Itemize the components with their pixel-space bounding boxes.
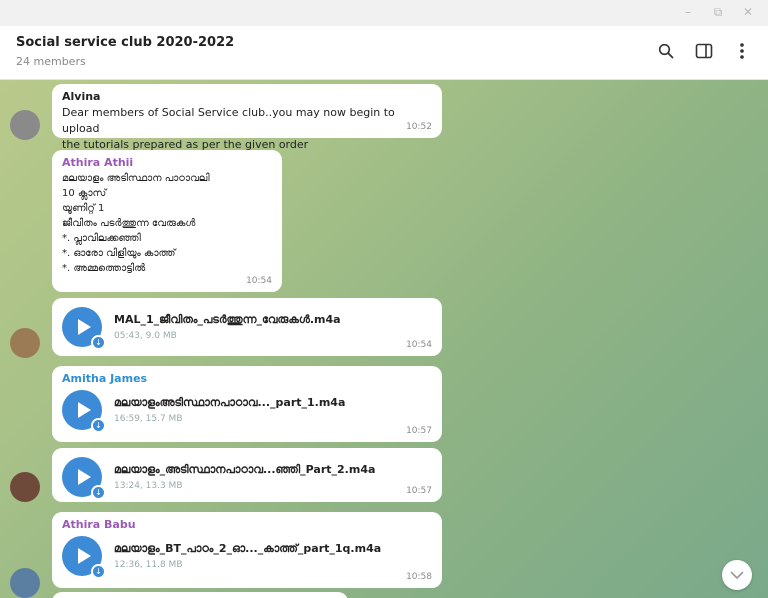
message-bubble[interactable]: Athira Athii മലയാളം അടിസ്ഥാന പാഠാവലി 10 … <box>52 150 282 292</box>
chevron-down-icon <box>730 571 744 579</box>
play-icon[interactable]: ↓ <box>62 457 106 500</box>
more-vert-icon[interactable] <box>732 41 752 61</box>
window-controls: – ⧉ ✕ <box>682 6 754 18</box>
file-meta: 16:59, 15.7 MB <box>114 414 183 424</box>
sidebar-toggle-icon[interactable] <box>694 41 714 61</box>
audio-message[interactable]: ↓ മലയാളം_അടിസ്ഥാനപാഠാവ...ഞ്ഞി_Part_2.m4a… <box>52 448 442 502</box>
message-bubble[interactable] <box>52 592 348 598</box>
message-time: 10:57 <box>406 426 432 436</box>
file-name[interactable]: MAL_1_ജീവിതം_പടർത്തുന്ന_വേരുകൾ.m4a <box>114 313 341 327</box>
download-icon[interactable]: ↓ <box>91 564 106 579</box>
play-icon[interactable]: ↓ <box>62 307 106 350</box>
restore-icon[interactable]: ⧉ <box>712 6 724 18</box>
member-count: 24 members <box>16 55 86 68</box>
avatar[interactable] <box>10 472 40 502</box>
minimize-icon[interactable]: – <box>682 6 694 18</box>
audio-message[interactable]: Athira Babu ↓ മലയാളം_BT_പാഠം_2_ഓ..._കാത്… <box>52 512 442 588</box>
header-actions <box>656 41 752 61</box>
play-icon[interactable]: ↓ <box>62 390 106 433</box>
sender-name[interactable]: Athira Babu <box>62 518 432 531</box>
download-icon[interactable]: ↓ <box>91 418 106 433</box>
file-meta: 12:36, 11.8 MB <box>114 560 183 570</box>
file-name[interactable]: മലയാളം_അടിസ്ഥാനപാഠാവ...ഞ്ഞി_Part_2.m4a <box>114 463 375 477</box>
sender-name[interactable]: Amitha James <box>62 372 432 385</box>
close-icon[interactable]: ✕ <box>742 6 754 18</box>
audio-message[interactable]: ↓ MAL_1_ജീവിതം_പടർത്തുന്ന_വേരുകൾ.m4a 05:… <box>52 298 442 356</box>
avatar[interactable] <box>10 568 40 598</box>
message-time: 10:54 <box>406 340 432 350</box>
message-bubble[interactable]: Alvina Dear members of Social Service cl… <box>52 84 442 151</box>
file-meta: 13:24, 13.3 MB <box>114 481 183 491</box>
message-time: 10:58 <box>406 572 432 582</box>
scroll-down-button[interactable] <box>722 560 752 590</box>
message-text: Dear members of Social Service club..you… <box>62 106 395 151</box>
chat-title[interactable]: Social service club 2020-2022 <box>16 35 234 50</box>
play-icon[interactable]: ↓ <box>62 536 106 579</box>
sender-name[interactable]: Alvina <box>62 90 432 103</box>
sender-name[interactable]: Athira Athii <box>62 156 272 169</box>
message-time: 10:52 <box>406 122 432 132</box>
message-time: 10:54 <box>246 276 272 286</box>
window-titlebar: – ⧉ ✕ <box>0 0 768 26</box>
file-meta: 05:43, 9.0 MB <box>114 331 177 341</box>
audio-message[interactable]: Amitha James ↓ മലയാളംഅടിസ്ഥാനപാഠാവ..._pa… <box>52 366 442 442</box>
file-name[interactable]: മലയാളംഅടിസ്ഥാനപാഠാവ..._part_1.m4a <box>114 396 345 410</box>
chat-header: Social service club 2020-2022 24 members <box>0 26 768 80</box>
message-text: മലയാളം അടിസ്ഥാന പാഠാവലി 10 ക്ലാസ് യൂണിറ്… <box>62 173 210 274</box>
avatar[interactable] <box>10 328 40 358</box>
file-name[interactable]: മലയാളം_BT_പാഠം_2_ഓ..._കാത്ത്_part_1q.m4a <box>114 542 381 556</box>
avatar[interactable] <box>10 110 40 140</box>
search-icon[interactable] <box>656 41 676 61</box>
message-time: 10:57 <box>406 486 432 496</box>
message-list[interactable]: Alvina Dear members of Social Service cl… <box>0 80 768 598</box>
download-icon[interactable]: ↓ <box>91 335 106 350</box>
download-icon[interactable]: ↓ <box>91 485 106 500</box>
